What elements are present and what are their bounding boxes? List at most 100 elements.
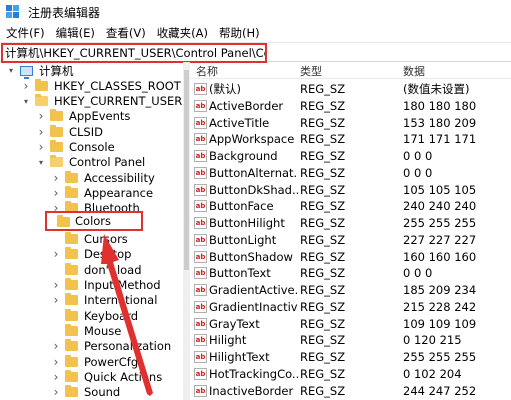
table-row[interactable]: ab ButtonAlternat... REG_SZ 0 0 0 xyxy=(190,165,511,182)
string-value-icon: ab xyxy=(194,83,207,95)
value-type: REG_SZ xyxy=(300,82,346,96)
list-header: 名称 类型 数据 xyxy=(190,62,511,79)
table-row[interactable]: ab (默认) REG_SZ (数值未设置) xyxy=(190,81,511,98)
tree-item[interactable]: › Input Method xyxy=(51,278,161,293)
tree-item[interactable]: Mouse xyxy=(51,324,121,339)
table-row[interactable]: ab ButtonFace REG_SZ 240 240 240 xyxy=(190,198,511,215)
tree-item[interactable]: › Personalization xyxy=(51,339,171,354)
chevron-right-icon[interactable]: › xyxy=(51,171,61,185)
menu-favorites[interactable]: 收藏夹(A) xyxy=(153,25,212,41)
tree-scrollbar[interactable] xyxy=(183,62,190,400)
table-row[interactable]: ab ButtonShadow REG_SZ 160 160 160 xyxy=(190,249,511,266)
tree-item-label: Colors xyxy=(75,214,112,229)
chevron-right-icon[interactable]: › xyxy=(51,278,61,292)
tree-item[interactable]: › Console xyxy=(36,140,115,155)
chevron-right-icon[interactable]: › xyxy=(51,370,61,384)
tree-item[interactable]: Cursors xyxy=(51,232,128,247)
folder-icon xyxy=(65,247,78,260)
table-row[interactable]: ab HotTrackingCo... REG_SZ 0 102 204 xyxy=(190,366,511,383)
string-value-icon: ab xyxy=(194,250,207,263)
string-value-icon: ab xyxy=(194,267,207,280)
chevron-right-icon[interactable]: › xyxy=(51,355,61,369)
tree-item-label: 计算机 xyxy=(39,63,74,78)
table-row[interactable]: ab GradientInactiv... REG_SZ 215 228 242 xyxy=(190,299,511,316)
table-row[interactable]: ab InactiveBorder REG_SZ 244 247 252 xyxy=(190,383,511,400)
column-header-type[interactable]: 类型 xyxy=(300,63,322,79)
string-value-icon: ab xyxy=(194,183,207,196)
chevron-down-icon[interactable]: ▾ xyxy=(6,66,16,76)
address-path-input[interactable]: 计算机\HKEY_CURRENT_USER\Control Panel\Colo… xyxy=(1,43,267,63)
tree-item[interactable]: › PowerCfg xyxy=(51,354,138,369)
folder-icon xyxy=(50,155,63,168)
chevron-right-icon[interactable]: › xyxy=(51,247,61,261)
table-row[interactable]: ab HilightText REG_SZ 255 255 255 xyxy=(190,349,511,366)
column-header-name[interactable]: 名称 xyxy=(196,63,218,79)
folder-icon xyxy=(57,215,70,228)
menu-help[interactable]: 帮助(H) xyxy=(215,25,264,41)
tree-item-label: Sound xyxy=(84,385,121,400)
table-row[interactable]: ab ActiveBorder REG_SZ 180 180 180 xyxy=(190,98,511,115)
string-value-icon: ab xyxy=(194,284,207,296)
chevron-right-icon[interactable]: › xyxy=(51,293,61,307)
chevron-right-icon[interactable]: › xyxy=(36,140,46,154)
tree-item[interactable]: ▾ 计算机 xyxy=(6,63,74,79)
chevron-down-icon[interactable]: ▾ xyxy=(36,157,46,167)
tree-item[interactable]: › Appearance xyxy=(51,186,153,201)
value-data: 255 255 255 xyxy=(403,216,477,230)
tree-item[interactable]: › International xyxy=(51,293,157,308)
chevron-right-icon[interactable]: › xyxy=(36,109,46,123)
tree-item[interactable]: ▾ Control Panel xyxy=(36,155,145,170)
value-data: 227 227 227 xyxy=(403,232,477,247)
tree-item[interactable]: Keyboard xyxy=(51,308,138,323)
chevron-right-icon[interactable]: › xyxy=(51,339,61,353)
string-value-icon: ab xyxy=(194,351,207,363)
chevron-down-icon[interactable]: ▾ xyxy=(21,96,31,106)
tree-item[interactable]: › Sound xyxy=(51,385,120,400)
table-row[interactable]: ab GradientActive... REG_SZ 185 209 234 xyxy=(190,282,511,299)
chevron-right-icon[interactable]: › xyxy=(51,385,61,399)
table-row[interactable]: ab Hilight REG_SZ 0 120 215 xyxy=(190,332,511,349)
value-type: REG_SZ xyxy=(300,350,346,364)
value-data: 0 102 204 xyxy=(403,366,462,381)
tree-item[interactable]: › CLSID xyxy=(36,124,103,139)
tree-item[interactable]: › AppEvents xyxy=(36,109,130,124)
tree-item[interactable]: ▾ HKEY_CURRENT_USER xyxy=(21,94,182,109)
value-name: HilightText xyxy=(209,350,270,364)
tree-item-label: Control Panel xyxy=(69,155,146,170)
value-data: 105 105 105 xyxy=(403,182,477,197)
tree-item[interactable]: › HKEY_CLASSES_ROOT xyxy=(21,78,181,93)
table-row[interactable]: ab ButtonDkShad... REG_SZ 105 105 105 xyxy=(190,182,511,199)
table-row[interactable]: ab ButtonText REG_SZ 0 0 0 xyxy=(190,265,511,282)
tree-item-label: HKEY_CLASSES_ROOT xyxy=(54,78,181,93)
chevron-right-icon[interactable]: › xyxy=(21,79,31,93)
value-name: Hilight xyxy=(209,333,247,348)
column-header-data[interactable]: 数据 xyxy=(403,63,425,79)
value-type: REG_SZ xyxy=(300,316,346,331)
menu-file[interactable]: 文件(F) xyxy=(2,25,49,41)
table-row[interactable]: ab ButtonLight REG_SZ 227 227 227 xyxy=(190,232,511,249)
table-row[interactable]: ab Background REG_SZ 0 0 0 xyxy=(190,148,511,165)
tree-item-colors[interactable]: Colors xyxy=(45,211,143,232)
tree-item-label: Appearance xyxy=(84,186,154,201)
tree-scrollbar-thumb[interactable] xyxy=(184,70,189,270)
table-row[interactable]: ab GrayText REG_SZ 109 109 109 xyxy=(190,316,511,333)
chevron-right-icon[interactable]: › xyxy=(51,186,61,200)
tree-item[interactable]: › Accessibility xyxy=(51,170,155,185)
tree-item[interactable]: › Desktop xyxy=(51,247,131,262)
menu-view[interactable]: 查看(V) xyxy=(102,25,150,41)
value-name: Background xyxy=(209,149,278,163)
tree-item[interactable]: don't load xyxy=(51,262,142,277)
chevron-right-icon[interactable]: › xyxy=(36,125,46,139)
folder-icon xyxy=(65,278,78,291)
table-row[interactable]: ab ButtonHilight REG_SZ 255 255 255 xyxy=(190,215,511,232)
tree-item[interactable]: › Quick Actions xyxy=(51,370,162,385)
value-data: 160 160 160 xyxy=(403,249,477,264)
string-value-icon: ab xyxy=(194,334,207,347)
folder-icon xyxy=(65,339,78,352)
table-row[interactable]: ab ActiveTitle REG_SZ 153 180 209 xyxy=(190,115,511,132)
menu-edit[interactable]: 编辑(E) xyxy=(52,25,99,41)
value-data: 215 228 242 xyxy=(403,299,477,314)
table-row[interactable]: ab AppWorkspace REG_SZ 171 171 171 xyxy=(190,131,511,148)
